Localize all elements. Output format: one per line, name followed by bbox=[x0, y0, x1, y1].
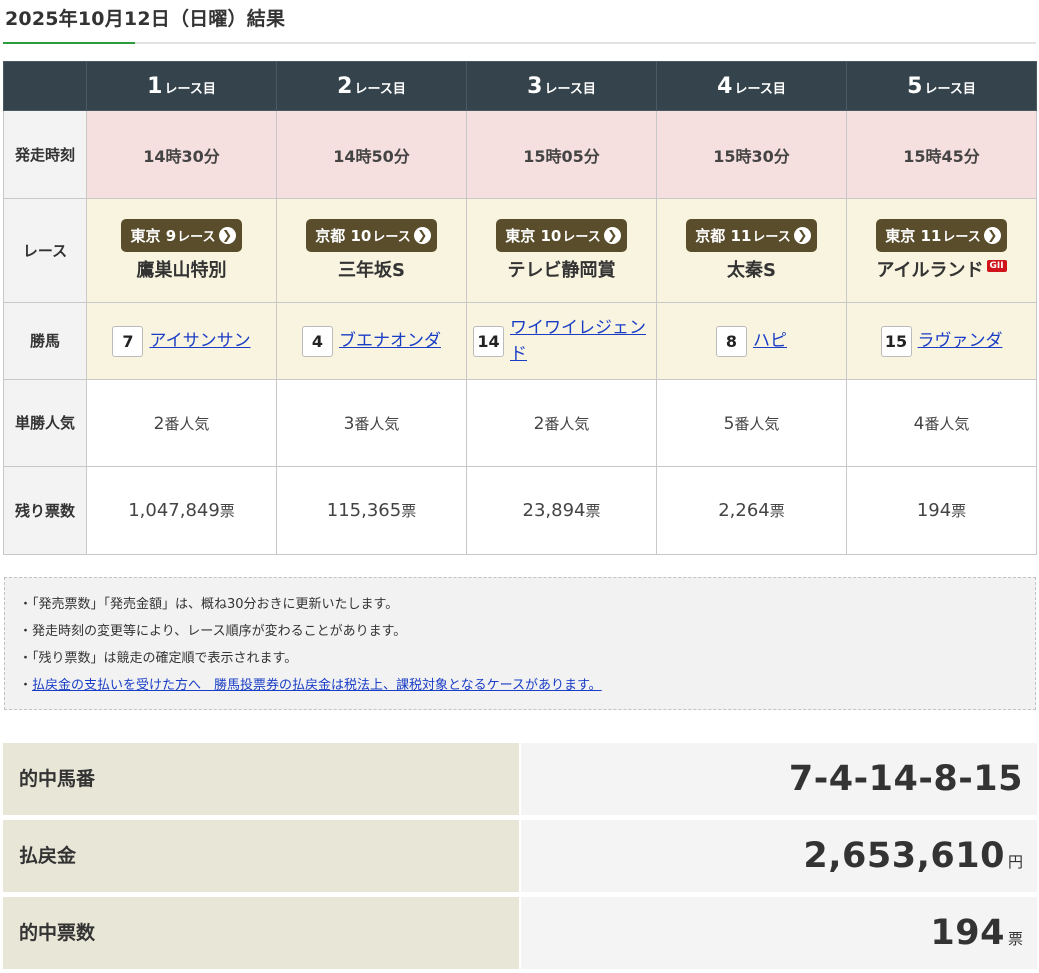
race-link-badge[interactable]: 京都 10 レース ❯ bbox=[306, 219, 437, 252]
winning-tickets-row: 的中票数 194 票 bbox=[3, 897, 1037, 969]
race-label: レース bbox=[3, 198, 87, 303]
race-header-2: 2 レース目 bbox=[276, 61, 467, 111]
remaining-cell: 194票 bbox=[846, 466, 1037, 555]
title-underline bbox=[3, 42, 1036, 44]
race-header-row: 1 レース目 2 レース目 3 レース目 4 レース目 5 レース目 bbox=[3, 61, 1037, 111]
tax-info-link[interactable]: 払戻金の支払いを受けた方へ 勝馬投票券の払戻金は税法上、課税対象となるケースがあ… bbox=[32, 678, 602, 693]
horse-name-link[interactable]: ワイワイレジェンド bbox=[510, 315, 650, 367]
winner-cell: 7 アイサンサン bbox=[86, 302, 277, 380]
race-results-table: 1 レース目 2 レース目 3 レース目 4 レース目 5 レース目 発走時刻 14時30… bbox=[3, 61, 1037, 555]
popularity-cell: 2番人気 bbox=[86, 379, 277, 467]
race-name: アイルランド GII bbox=[847, 256, 1036, 282]
post-time-label: 発走時刻 bbox=[3, 110, 87, 199]
winner-cell: 8 ハピ bbox=[656, 302, 847, 380]
remaining-cell: 2,264票 bbox=[656, 466, 847, 555]
race-cell: 京都 10 レース ❯ 三年坂S bbox=[276, 198, 467, 303]
post-time: 15時05分 bbox=[466, 110, 657, 199]
popularity-label: 単勝人気 bbox=[3, 379, 87, 467]
popularity-cell: 2番人気 bbox=[466, 379, 657, 467]
grade-badge: GII bbox=[986, 260, 1007, 272]
horse-number: 7 bbox=[112, 325, 144, 357]
winning-numbers-label: 的中馬番 bbox=[3, 743, 519, 815]
winner-cell: 14 ワイワイレジェンド bbox=[466, 302, 657, 380]
race-header-3: 3 レース目 bbox=[466, 61, 657, 111]
horse-name-link[interactable]: ラヴァンダ bbox=[918, 328, 1003, 354]
title-underline-accent bbox=[3, 42, 135, 44]
note-item: ・発走時刻の変更等により、レース順序が変わることがあります。 bbox=[19, 624, 407, 639]
race-header-4: 4 レース目 bbox=[656, 61, 847, 111]
remaining-cell: 115,365票 bbox=[276, 466, 467, 555]
race-cell: 東京 9 レース ❯ 鷹巣山特別 bbox=[86, 198, 277, 303]
horse-name-link[interactable]: ブエナオンダ bbox=[339, 328, 441, 354]
race-link-badge[interactable]: 東京 9 レース ❯ bbox=[121, 219, 242, 252]
race-cell: 東京 10 レース ❯ テレビ静岡賞 bbox=[466, 198, 657, 303]
notes-box: ・「発売票数」「発売金額」は、概ね30分おきに更新いたします。 ・発走時刻の変更… bbox=[4, 577, 1036, 710]
payout-row: 払戻金 2,653,610 円 bbox=[3, 820, 1037, 892]
race-row: レース 東京 9 レース ❯ 鷹巣山特別 京都 10 レース ❯ 三年坂S 東京 10 レ… bbox=[3, 198, 1037, 303]
winning-tickets-label: 的中票数 bbox=[3, 897, 519, 969]
winning-numbers-value: 7-4-14-8-15 bbox=[521, 743, 1037, 815]
horse-name-link[interactable]: アイサンサン bbox=[149, 328, 250, 354]
winner-row: 勝馬 7 アイサンサン 4 ブエナオンダ 14 ワイワイレジェンド 8 ハピ 15 ラヴァ… bbox=[3, 302, 1037, 380]
remaining-cell: 1,047,849票 bbox=[86, 466, 277, 555]
race-name: 太秦S bbox=[727, 260, 776, 281]
race-cell: 東京 11 レース ❯ アイルランド GII bbox=[846, 198, 1037, 303]
remaining-cell: 23,894票 bbox=[466, 466, 657, 555]
race-header-5: 5 レース目 bbox=[846, 61, 1037, 111]
race-name: テレビ静岡賞 bbox=[507, 260, 616, 281]
race-cell: 京都 11 レース ❯ 太秦S bbox=[656, 198, 847, 303]
note-item: ・「発売票数」「発売金額」は、概ね30分おきに更新いたします。 bbox=[19, 597, 399, 612]
winner-label: 勝馬 bbox=[3, 302, 87, 380]
popularity-cell: 4番人気 bbox=[846, 379, 1037, 467]
race-name: 鷹巣山特別 bbox=[136, 260, 227, 281]
horse-number: 14 bbox=[473, 325, 504, 357]
popularity-cell: 3番人気 bbox=[276, 379, 467, 467]
popularity-cell: 5番人気 bbox=[656, 379, 847, 467]
note-item: ・払戻金の支払いを受けた方へ 勝馬投票券の払戻金は税法上、課税対象となるケースが… bbox=[19, 678, 602, 693]
post-time-row: 発走時刻 14時30分 14時50分 15時05分 15時30分 15時45分 bbox=[3, 110, 1037, 199]
payout-value: 2,653,610 円 bbox=[521, 820, 1037, 892]
post-time: 15時30分 bbox=[656, 110, 847, 199]
winner-cell: 15 ラヴァンダ bbox=[846, 302, 1037, 380]
race-link-badge[interactable]: 東京 11 レース ❯ bbox=[876, 219, 1007, 252]
horse-number: 15 bbox=[880, 325, 912, 357]
race-link-badge[interactable]: 京都 11 レース ❯ bbox=[686, 219, 817, 252]
horse-number: 4 bbox=[302, 325, 333, 357]
post-time: 14時50分 bbox=[276, 110, 467, 199]
race-name: 三年坂S bbox=[338, 260, 405, 281]
popularity-row: 単勝人気 2番人気 3番人気 2番人気 5番人気 4番人気 bbox=[3, 379, 1037, 467]
winning-tickets-value: 194 票 bbox=[521, 897, 1037, 969]
page-title: 2025年10月12日（日曜）結果 bbox=[5, 8, 286, 30]
remaining-tickets-row: 残り票数 1,047,849票 115,365票 23,894票 2,264票 … bbox=[3, 466, 1037, 555]
chevron-right-icon: ❯ bbox=[218, 227, 236, 244]
chevron-right-icon: ❯ bbox=[983, 227, 1001, 244]
race-link-badge[interactable]: 東京 10 レース ❯ bbox=[496, 219, 627, 252]
winner-cell: 4 ブエナオンダ bbox=[276, 302, 467, 380]
chevron-right-icon: ❯ bbox=[413, 227, 431, 244]
chevron-right-icon: ❯ bbox=[793, 227, 811, 244]
winning-numbers-row: 的中馬番 7-4-14-8-15 bbox=[3, 743, 1037, 815]
remaining-label: 残り票数 bbox=[3, 466, 87, 555]
post-time: 14時30分 bbox=[86, 110, 277, 199]
horse-number: 8 bbox=[716, 325, 747, 357]
race-header-1: 1 レース目 bbox=[86, 61, 277, 111]
note-item: ・「残り票数」は競走の確定順で表示されます。 bbox=[19, 651, 298, 666]
post-time: 15時45分 bbox=[846, 110, 1037, 199]
corner-cell bbox=[3, 61, 87, 111]
horse-name-link[interactable]: ハピ bbox=[753, 328, 787, 354]
chevron-right-icon: ❯ bbox=[603, 227, 621, 244]
payout-label: 払戻金 bbox=[3, 820, 519, 892]
